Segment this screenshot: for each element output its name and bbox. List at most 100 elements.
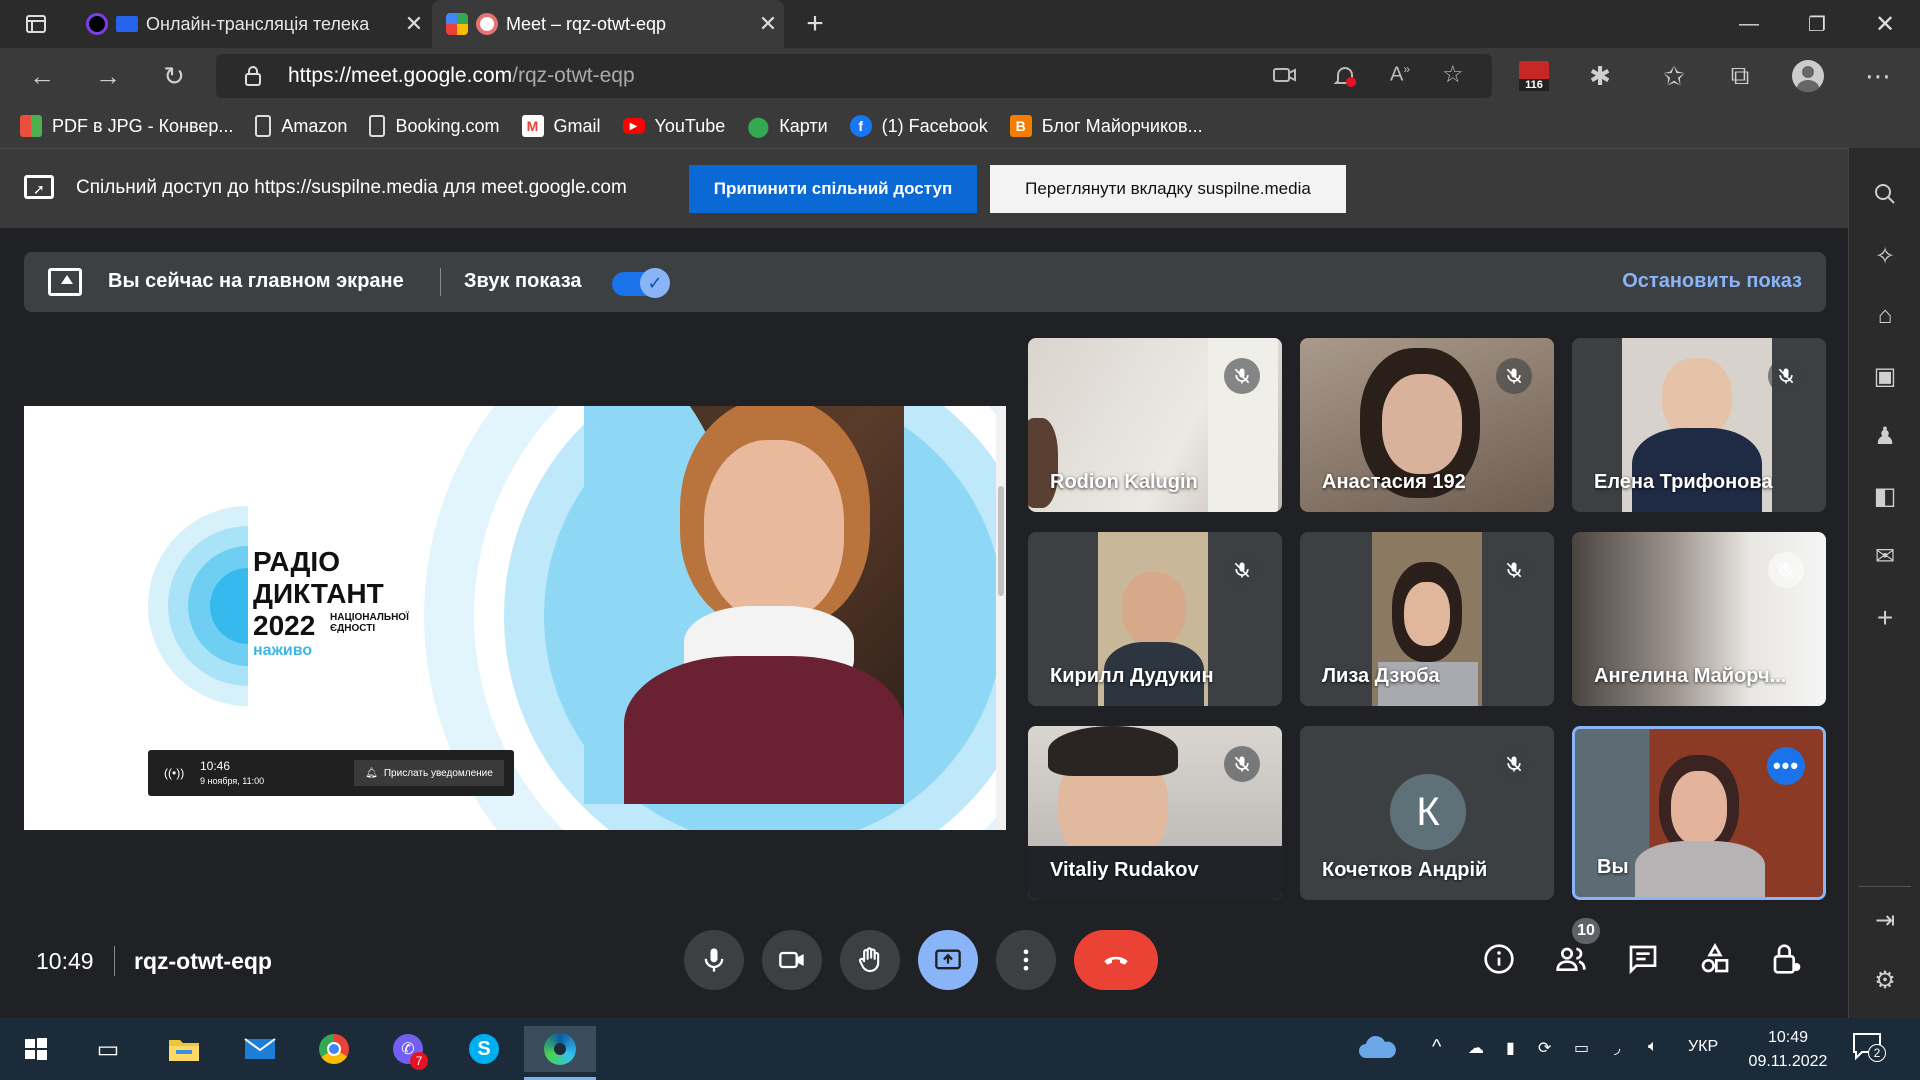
bookmark-gmail[interactable]: M Gmail [521,115,601,137]
audio-toggle[interactable]: ✓ [612,268,670,298]
bookmark-pdf-jpg[interactable]: PDF в JPG - Конвер... [20,115,233,137]
tab-title: Meet – rqz-otwt-eqp [506,13,667,34]
scroll-thumb[interactable] [998,486,1004,596]
stop-presenting-button[interactable]: Остановить показ [1622,270,1802,293]
notifications-blocked-icon[interactable] [1332,64,1358,93]
games-icon[interactable]: ♟ [1867,418,1903,454]
activities-button[interactable] [1690,934,1740,984]
lock-icon[interactable] [244,65,262,92]
cloud-icon[interactable]: ☁ [1468,1038,1484,1058]
close-window-button[interactable]: ✕ [1852,0,1918,48]
bookmark-facebook[interactable]: f (1) Facebook [849,115,988,137]
office-icon[interactable]: ◧ [1867,478,1903,514]
meeting-details-button[interactable] [1474,934,1524,984]
viber-icon[interactable]: ✆ 7 [384,1026,432,1072]
task-view-icon[interactable]: ▭ [84,1026,132,1072]
wifi-icon[interactable]: ◞ [1614,1038,1620,1058]
forward-icon[interactable]: → [86,54,130,98]
minimize-button[interactable]: — [1716,0,1782,48]
volume-icon[interactable]: 🔈︎ [1648,1038,1658,1056]
hang-up-icon [1104,956,1128,965]
info-icon [1484,944,1514,974]
bookmark-maps[interactable]: ⬤ Карти [747,115,828,138]
battery-icon[interactable]: ▭ [1574,1038,1589,1058]
shared-screen: РАДІО ДИКТАНТ 2022 НАЦІОНАЛЬНОЇ ЄДНОСТІ … [24,406,1006,830]
notify-button[interactable]: 🔔︎ Прислать уведомление [354,760,504,786]
raise-hand-button[interactable] [840,930,900,990]
new-tab-button[interactable]: + [790,0,840,48]
view-tab-button[interactable]: Переглянути вкладку suspilne.media [990,165,1346,213]
chevron-up-icon[interactable]: ^ [1432,1036,1441,1059]
close-icon[interactable]: ✕ [398,11,430,37]
usb-icon[interactable]: ▮ [1506,1038,1515,1058]
input-language[interactable]: УКР [1688,1038,1718,1056]
mail-icon[interactable] [236,1026,284,1072]
participant-tile[interactable]: Анастасия 192 [1300,338,1554,512]
notification-center-icon[interactable]: 2 [1852,1032,1888,1064]
tab-broadcast[interactable]: Онлайн-трансляція телека ✕ [72,0,430,48]
participant-name: Вы [1597,856,1629,878]
more-options-button[interactable] [996,930,1056,990]
participant-tile[interactable]: Rodion Kalugin [1028,338,1282,512]
participant-tile[interactable]: Vitaliy Rudakov [1028,726,1282,900]
favorites-icon[interactable]: ✩ [1652,54,1696,98]
hide-sidebar-icon[interactable]: ⇥ [1867,902,1903,938]
profile-avatar[interactable] [1786,54,1830,98]
participant-name: Rodion Kalugin [1050,471,1198,493]
bookmark-blog[interactable]: B Блог Майорчиков... [1009,115,1203,137]
participant-tile[interactable]: Лиза Дзюба [1300,532,1554,706]
tab-meet[interactable]: Meet – rqz-otwt-eqp ✕ [432,0,784,48]
tab-actions-icon[interactable] [14,2,58,46]
bookmark-booking[interactable]: Booking.com [369,115,500,137]
share-screen-icon: ➚ [24,175,54,199]
more-options-icon[interactable]: ••• [1767,747,1805,785]
restore-button[interactable]: ❐ [1784,0,1850,48]
microphone-button[interactable] [684,930,744,990]
shopping-tag-icon[interactable]: ⌂ [1867,298,1903,334]
host-controls-button[interactable] [1762,934,1812,984]
back-icon[interactable]: ← [20,54,64,98]
reload-icon[interactable]: ↻ [152,54,196,98]
participant-tile[interactable]: К Кочетков Андрій [1300,726,1554,900]
outlook-icon[interactable]: ✉ [1867,538,1903,574]
add-sidebar-app-icon[interactable]: + [1867,600,1903,636]
self-tile[interactable]: ••• Вы [1572,726,1826,900]
search-icon[interactable] [1867,176,1903,212]
leave-call-button[interactable] [1074,930,1158,990]
onedrive-icon[interactable] [1358,1034,1398,1065]
chrome-icon[interactable] [310,1026,358,1072]
start-button[interactable] [12,1026,60,1072]
skype-icon[interactable]: S [460,1026,508,1072]
more-menu-icon[interactable]: ⋯ [1856,54,1900,98]
chat-button[interactable] [1618,934,1668,984]
add-favorite-icon[interactable]: ☆ [1442,60,1464,89]
system-clock[interactable]: 10:49 09.11.2022 [1738,1026,1838,1074]
shared-scrollbar[interactable] [996,406,1006,830]
gmail-icon: M [521,115,544,137]
camera-in-use-icon[interactable] [1272,64,1298,91]
collections-icon[interactable]: ⧉ [1718,54,1762,98]
extensions-icon[interactable]: ✱ [1578,54,1622,98]
bookmark-youtube[interactable]: ▶ YouTube [622,116,725,137]
participant-tile[interactable]: Ангелина Майорч... [1572,532,1826,706]
present-screen-button[interactable] [918,930,978,990]
mic-off-icon [1768,552,1804,588]
participant-tile[interactable]: Кирилл Дудукин [1028,532,1282,706]
address-bar[interactable]: https://meet.google.com/rqz-otwt-eqp A» … [216,54,1492,98]
stream-info-bar: ((•)) 10:46 9 ноября, 11:00 🔔︎ Прислать … [148,750,514,796]
extension-badge-icon[interactable]: 116 [1512,54,1556,98]
bookmark-amazon[interactable]: Amazon [255,115,347,137]
participant-tile[interactable]: Елена Трифонова [1572,338,1826,512]
bar-divider [114,946,115,976]
settings-icon[interactable]: ⚙ [1867,962,1903,998]
read-aloud-icon[interactable]: A» [1390,62,1410,87]
file-explorer-icon[interactable] [160,1026,208,1072]
camera-icon [779,951,804,969]
camera-button[interactable] [762,930,822,990]
close-icon[interactable]: ✕ [752,11,784,37]
discover-icon[interactable]: ✧ [1867,238,1903,274]
update-icon[interactable]: ⟳ [1538,1038,1551,1058]
stop-sharing-button[interactable]: Припинити спільний доступ [689,165,977,213]
edge-taskbar-icon[interactable] [524,1026,596,1080]
tools-icon[interactable]: ▣ [1867,358,1903,394]
